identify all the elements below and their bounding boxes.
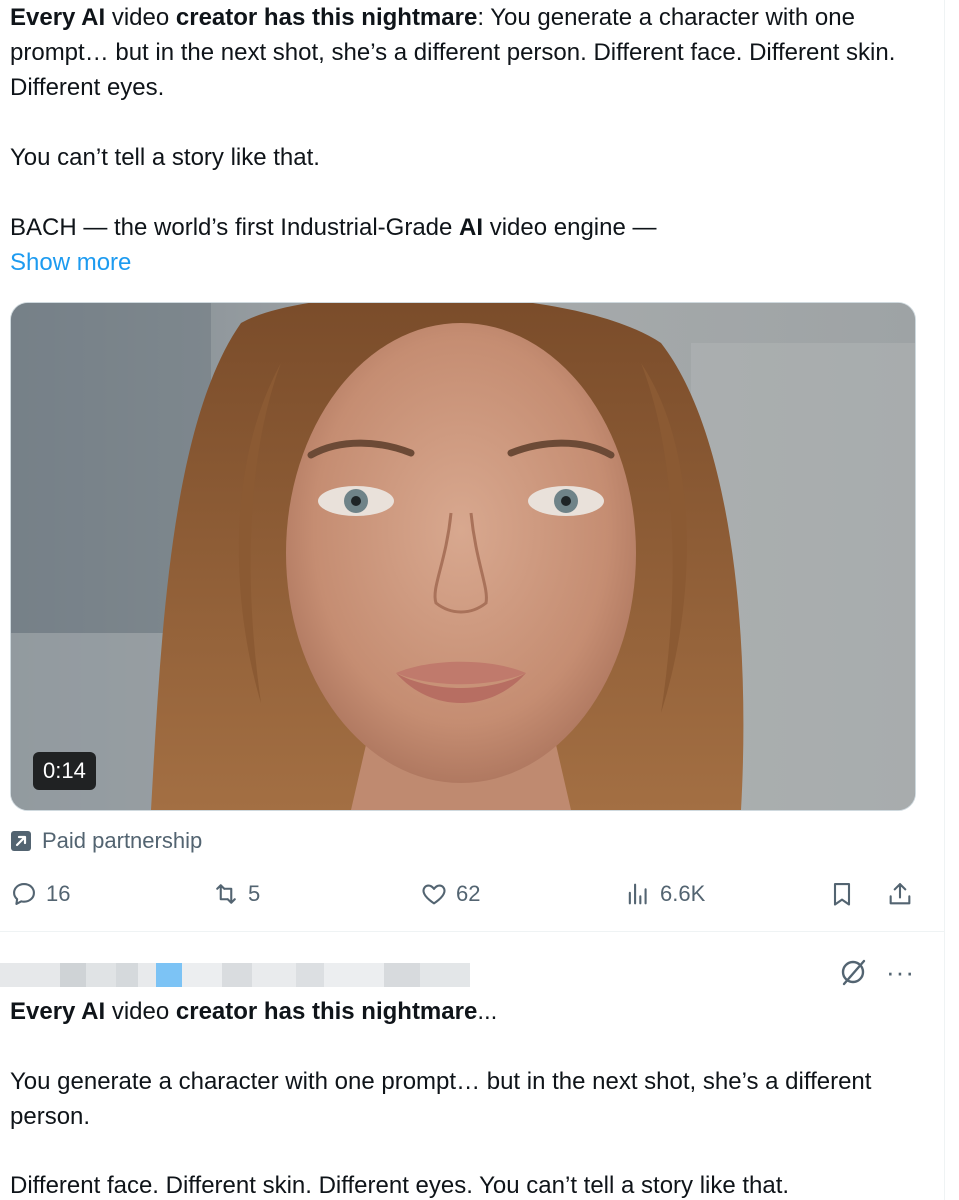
paid-partnership-label[interactable]: Paid partnership [10,825,202,857]
redacted-block [182,963,222,987]
reply-count: 16 [46,881,71,906]
column-divider [944,0,945,1200]
tweet-divider [0,931,944,932]
tweet-top-right-controls: ··· [836,955,915,989]
redacted-block [86,963,116,987]
reply-icon [13,883,35,905]
redacted-author-header [0,960,520,990]
text-span: video [105,4,176,31]
bold-span: creator has this nightmare [175,4,478,31]
bold-span: Every AI [10,998,106,1025]
retweet-count: 5 [248,881,261,906]
bold-span: creator has this nightmare [175,998,478,1025]
text-span: video engine — [483,214,657,241]
redacted-block [420,963,470,987]
tweet-text-paragraph-1: Every AI video creator has this nightmar… [10,0,930,105]
grok-button[interactable] [836,955,870,989]
like-button[interactable]: 62 [420,872,480,916]
text-span: ... [477,998,498,1025]
tweet-text-paragraph-3: BACH — the world’s first Industrial-Grad… [10,210,930,245]
redacted-block [222,963,252,987]
like-count: 62 [456,881,481,906]
views-button[interactable]: 6.6K [624,872,705,916]
views-bar-chart-icon [628,883,647,905]
video-player[interactable]: 0:14 [10,302,916,811]
show-more-link[interactable]: Show more [10,245,131,280]
redacted-block [252,963,296,987]
video-frame-portrait [11,303,915,810]
tweet2-text-paragraph-1: Every AI video creator has this nightmar… [10,994,930,1029]
video-duration-badge: 0:14 [33,752,96,790]
redacted-block [384,963,420,987]
redacted-block [296,963,324,987]
tweet-action-bar: 16 5 62 6.6K [10,872,930,916]
bold-span: AI [459,214,484,241]
slashed-circle-icon [841,959,866,986]
arrow-up-right-box-icon [10,830,32,852]
heart-icon [422,884,446,905]
redacted-block [60,963,86,987]
redacted-block [156,963,182,987]
redacted-block [324,963,384,987]
more-dots-icon[interactable]: ··· [886,955,915,989]
tweet2-text-paragraph-3: Different face. Different skin. Differen… [10,1172,790,1199]
retweet-button[interactable]: 5 [212,872,260,916]
reply-button[interactable]: 16 [10,872,70,916]
tweet2-text-paragraph-2: You generate a character with one prompt… [10,1068,872,1130]
retweet-icon [216,884,236,904]
bold-span: Every AI [10,4,106,31]
bookmark-icon [833,883,851,906]
text-span: video [105,998,176,1025]
tweet-text-paragraph-2: You can’t tell a story like that. [10,144,320,171]
views-count: 6.6K [660,881,706,906]
paid-partnership-text: Paid partnership [42,828,203,853]
page: Every AI video creator has this nightmar… [0,0,959,1200]
share-button[interactable] [886,872,914,916]
bookmark-button[interactable] [828,872,856,916]
share-icon [889,883,911,905]
redacted-block [116,963,138,987]
redacted-block [138,963,156,987]
redacted-block [0,963,60,987]
text-span: BACH — the world’s first Industrial-Grad… [10,214,460,241]
